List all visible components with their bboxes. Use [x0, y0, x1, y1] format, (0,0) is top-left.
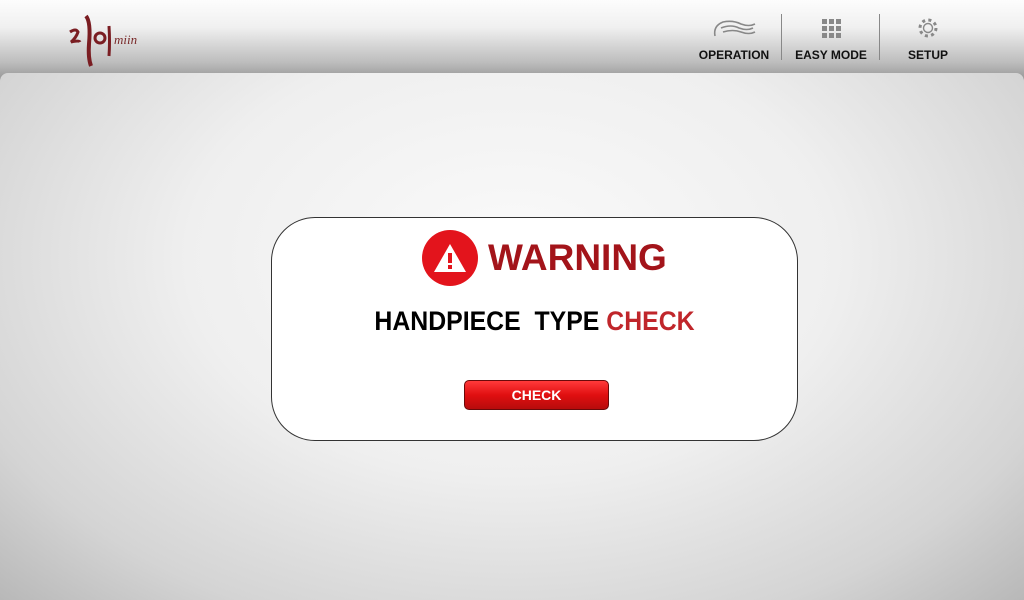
dialog-message: HANDPIECE TYPE CHECK	[374, 306, 695, 336]
grid-icon	[793, 14, 869, 42]
gear-icon	[898, 14, 958, 42]
warning-icon	[422, 230, 478, 286]
nav-easy-mode[interactable]: EASY MODE	[793, 14, 869, 64]
check-button[interactable]: CHECK	[464, 380, 609, 410]
logo-text: miin	[114, 32, 138, 47]
logo	[62, 6, 162, 70]
nav-operation[interactable]: OPERATION	[698, 14, 770, 64]
warning-dialog: WARNING HANDPIECE TYPE CHECK CHECK	[271, 217, 798, 441]
dialog-title: WARNING	[488, 237, 667, 278]
nav-setup[interactable]: SETUP	[898, 14, 958, 64]
nav-divider	[781, 14, 782, 60]
wave-icon	[698, 14, 770, 42]
nav-divider	[879, 14, 880, 60]
header-bar: miin OPERATION EASY MODE SETUP	[0, 0, 1024, 78]
logo-mark-icon	[69, 14, 111, 67]
